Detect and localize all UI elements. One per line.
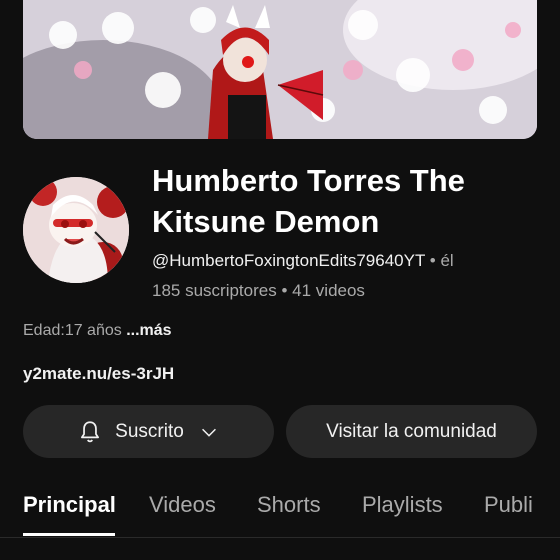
tab-playlists[interactable]: Playlists (362, 492, 443, 518)
channel-avatar[interactable] (23, 177, 129, 283)
stats-separator: • (281, 281, 288, 300)
subscriber-count: 185 suscriptores (152, 281, 277, 300)
channel-banner (23, 0, 537, 139)
pronoun-label: • él (429, 251, 454, 270)
chevron-down-icon (201, 428, 216, 437)
banner-artwork (23, 0, 537, 139)
tab-publicaciones[interactable]: Publi (484, 492, 533, 518)
visit-community-button[interactable]: Visitar la comunidad (286, 405, 537, 458)
avatar-image (23, 177, 129, 283)
description-text: Edad:17 años (23, 322, 122, 339)
tabs-divider (0, 537, 560, 538)
subscribed-label: Suscrito (115, 420, 184, 442)
tab-shorts[interactable]: Shorts (257, 492, 321, 518)
channel-external-link[interactable]: y2mate.nu/es-3rJH (23, 364, 174, 384)
bell-icon (81, 420, 100, 442)
channel-handle-row: @HumbertoFoxingtonEdits79640YT • él (152, 251, 454, 271)
channel-handle: @HumbertoFoxingtonEdits79640YT (152, 251, 426, 270)
channel-tabs: Principal Videos Shorts Playlists Publi (0, 480, 560, 536)
tab-videos[interactable]: Videos (149, 492, 216, 518)
channel-stats: 185 suscriptores • 41 videos (152, 281, 365, 301)
subscribed-button[interactable]: Suscrito (23, 405, 274, 458)
tab-principal[interactable]: Principal (23, 492, 116, 518)
channel-description[interactable]: Edad:17 años ...más (23, 322, 172, 340)
channel-name: Humberto Torres The Kitsune Demon (152, 163, 465, 239)
video-count: 41 videos (292, 281, 365, 300)
visit-community-label: Visitar la comunidad (326, 420, 497, 442)
active-tab-indicator (23, 533, 115, 536)
more-link[interactable]: ...más (126, 322, 171, 339)
